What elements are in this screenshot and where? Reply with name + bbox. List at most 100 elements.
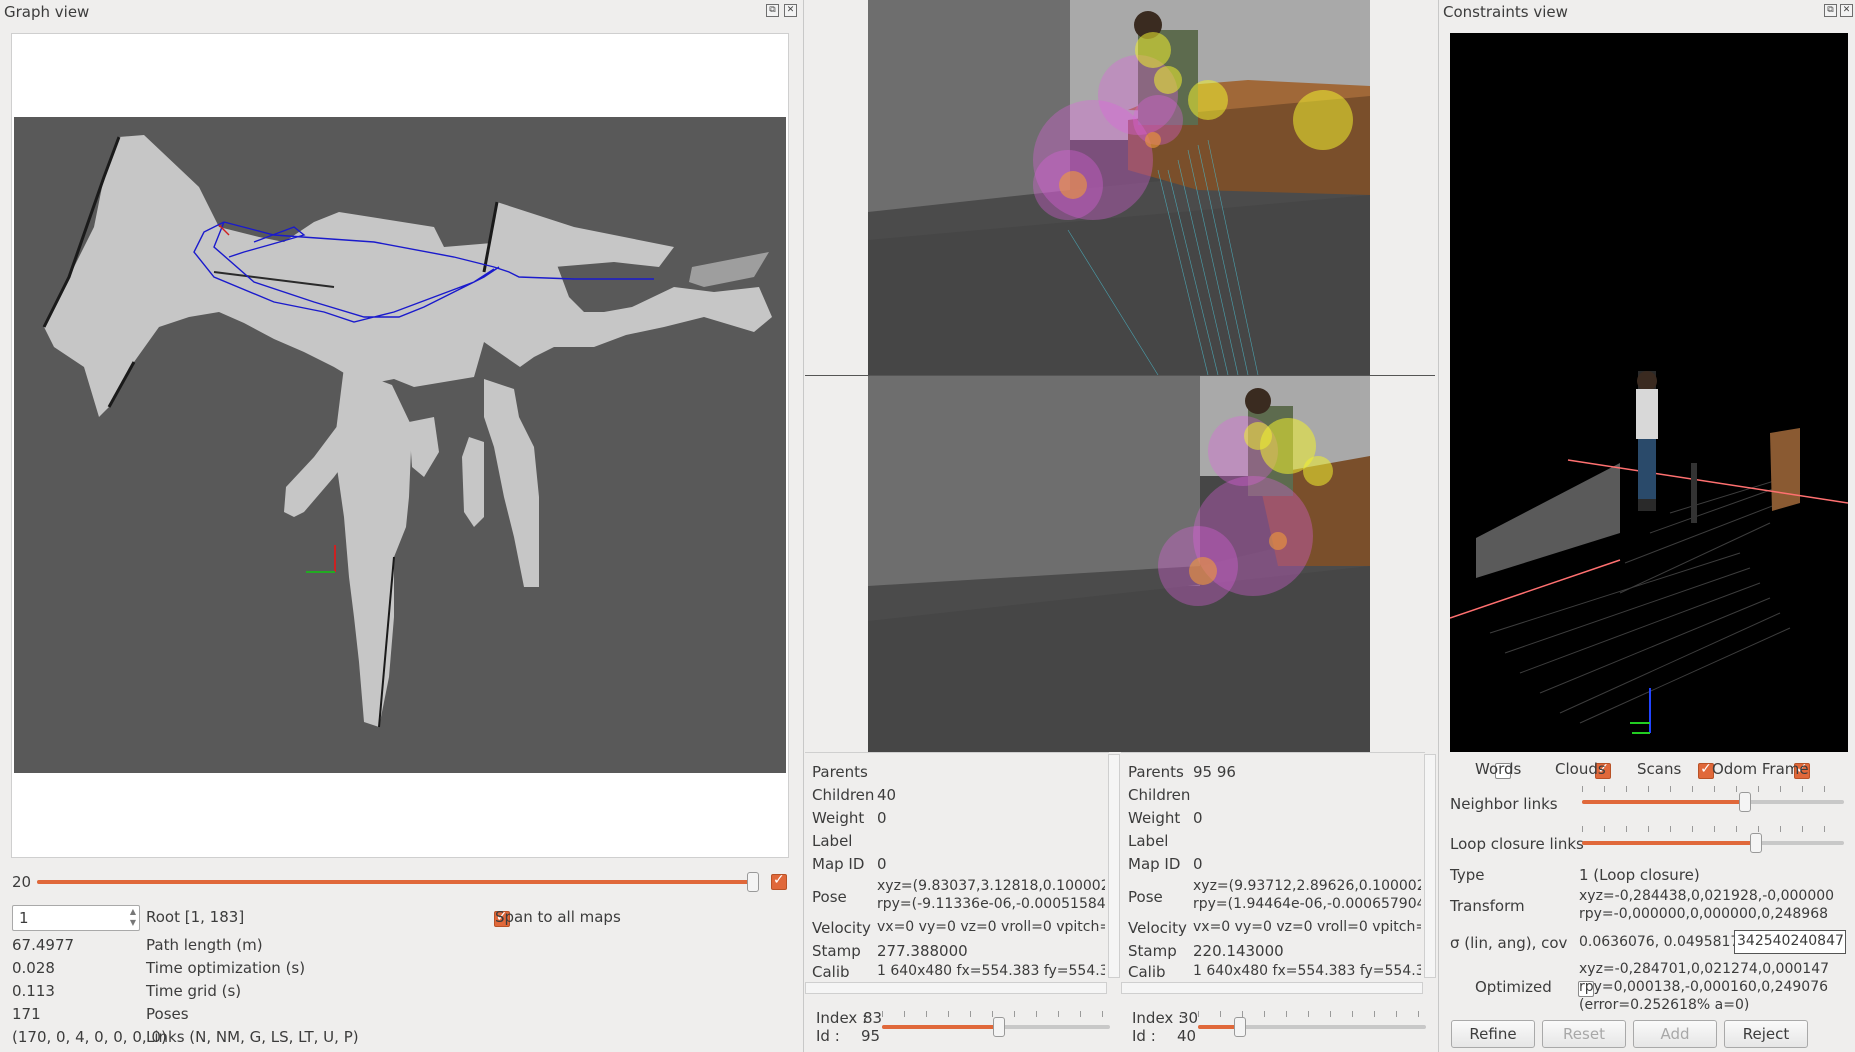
info-label: Weight — [1128, 809, 1181, 827]
right-index-slider-fill — [1198, 1025, 1240, 1029]
left-node-info: Parents Children 40 Weight 0 Label Map I… — [805, 752, 1109, 981]
point-cloud-scene — [1450, 371, 1848, 734]
root-spinbox[interactable]: 1 ▲ ▼ — [12, 905, 140, 931]
top-camera-image — [868, 0, 1370, 375]
stamp-label: Stamp — [1128, 942, 1177, 960]
stat-label: Poses — [146, 1005, 189, 1023]
info-label: Map ID — [1128, 855, 1181, 873]
type-label: Type — [1450, 866, 1485, 884]
words-label[interactable]: Words — [1475, 760, 1521, 778]
stat-value: 0.113 — [12, 982, 55, 1000]
calib-value: 1 640x480 fx=554.383 fy=554.383 — [877, 963, 1105, 979]
right-index-ticks — [1198, 1011, 1426, 1017]
stamp-value: 220.143000 — [1193, 942, 1284, 960]
add-button[interactable]: Add — [1633, 1020, 1717, 1048]
refine-button[interactable]: Refine — [1451, 1020, 1535, 1048]
right-node-info: Parents 95 96 Children Weight 0 Label Ma… — [1121, 752, 1425, 981]
odom-frame-label[interactable]: Odom Frame — [1712, 760, 1809, 778]
close-icon[interactable]: ✕ — [784, 4, 797, 17]
root-spinbox-value: 1 — [19, 909, 29, 927]
neighbor-links-label: Neighbor links — [1450, 795, 1558, 813]
right-index-slider[interactable] — [1198, 1017, 1426, 1037]
occupancy-map — [14, 117, 786, 773]
left-index-slider[interactable] — [882, 1017, 1110, 1037]
velocity-label: Velocity — [812, 919, 871, 937]
bottom-camera-image — [868, 376, 1370, 752]
loop-closure-links-slider-fill — [1582, 841, 1755, 845]
info-label: Parents — [812, 763, 868, 781]
stamp-value: 277.388000 — [877, 942, 968, 960]
graph-slider-checkbox[interactable] — [771, 872, 787, 890]
pose-rpy: rpy=(-9.11336e-06,-0.000515841,2 — [877, 896, 1105, 912]
pose-xyz: xyz=(9.93712,2.89626,0.100002) — [1193, 878, 1421, 894]
graph-slider[interactable] — [37, 872, 759, 892]
loop-closure-links-ticks — [1582, 826, 1844, 832]
covariance-field-value: 342540240847] — [1737, 933, 1846, 949]
sigma-value: 0.0636076, 0.0495817 — [1579, 934, 1740, 950]
stamp-label: Stamp — [812, 942, 861, 960]
optimized-error: (error=0.252618% a=0) — [1579, 997, 1750, 1013]
neighbor-links-slider[interactable] — [1582, 792, 1844, 812]
graph-slider-handle[interactable] — [746, 872, 759, 892]
neighbor-links-slider-handle[interactable] — [1739, 792, 1752, 812]
calib-value: 1 640x480 fx=554.383 fy=554.383 — [1193, 963, 1421, 979]
reset-button[interactable]: Reset — [1542, 1020, 1626, 1048]
scans-label[interactable]: Scans — [1637, 760, 1681, 778]
info-label: Label — [812, 832, 853, 850]
float-icon[interactable]: ⧉ — [1824, 4, 1837, 17]
type-value: 1 (Loop closure) — [1579, 866, 1700, 884]
pose-label: Pose — [1128, 888, 1163, 906]
optimized-rpy: rpy=0,000138,-0,000160,0,249076 — [1579, 979, 1829, 995]
velocity-label: Velocity — [1128, 919, 1187, 937]
info-label: Weight — [812, 809, 865, 827]
transform-label: Transform — [1450, 897, 1525, 915]
float-icon[interactable]: ⧉ — [766, 4, 779, 17]
span-all-maps-label[interactable]: Span to all maps — [495, 908, 621, 926]
info-value: 0 — [1193, 855, 1203, 873]
graph-slider-value: 20 — [12, 873, 32, 891]
reject-button[interactable]: Reject — [1724, 1020, 1808, 1048]
info-label: Map ID — [812, 855, 865, 873]
left-id-value: 95 — [861, 1027, 881, 1045]
optimized-label[interactable]: Optimized — [1475, 978, 1552, 996]
stat-label: Time grid (s) — [146, 982, 242, 1000]
info-value: 0 — [1193, 809, 1203, 827]
panel-divider[interactable] — [803, 0, 804, 1052]
clouds-label[interactable]: Clouds — [1555, 760, 1606, 778]
loop-closure-links-slider[interactable] — [1582, 833, 1844, 853]
left-info-vscroll[interactable] — [1108, 754, 1120, 978]
stat-value: 67.4977 — [12, 936, 75, 954]
info-value: 40 — [877, 786, 897, 804]
graph-view-title: Graph view — [4, 3, 90, 21]
spin-arrows-icon[interactable]: ▲ ▼ — [130, 906, 136, 928]
constraints-3d-view[interactable] — [1450, 33, 1848, 752]
sigma-label: σ (lin, ang), cov — [1450, 934, 1568, 952]
info-label: Children — [812, 786, 875, 804]
close-icon[interactable]: ✕ — [1840, 4, 1853, 17]
pose-label: Pose — [812, 888, 847, 906]
info-label: Parents — [1128, 763, 1184, 781]
left-index-slider-fill — [882, 1025, 999, 1029]
left-info-hscroll[interactable] — [805, 982, 1107, 994]
left-index-value: 83 — [863, 1009, 883, 1027]
calib-label: Calib — [1128, 963, 1166, 981]
right-index-label: Index : — [1132, 1009, 1184, 1027]
calib-label: Calib — [812, 963, 850, 981]
velocity-value: vx=0 vy=0 vz=0 vroll=0 vpitch=0 v — [877, 919, 1105, 935]
right-info-vscroll[interactable] — [1424, 754, 1436, 978]
stat-value: 0.028 — [12, 959, 55, 977]
loop-closure-links-slider-handle[interactable] — [1749, 833, 1762, 853]
panel-divider[interactable] — [1438, 0, 1439, 1052]
left-id-label: Id : — [816, 1027, 840, 1045]
right-id-label: Id : — [1132, 1027, 1156, 1045]
bottom-image-view[interactable] — [805, 376, 1435, 752]
top-image-view[interactable] — [805, 0, 1435, 375]
transform-xyz: xyz=-0,284438,0,021928,-0,000000 — [1579, 888, 1835, 904]
right-index-slider-handle[interactable] — [1234, 1017, 1247, 1037]
covariance-field[interactable]: 342540240847] — [1734, 930, 1846, 954]
info-value: 0 — [877, 855, 887, 873]
left-index-slider-handle[interactable] — [993, 1017, 1006, 1037]
right-index-value: 30 — [1179, 1009, 1199, 1027]
graph-canvas[interactable] — [11, 33, 789, 858]
right-info-hscroll[interactable] — [1121, 982, 1423, 994]
